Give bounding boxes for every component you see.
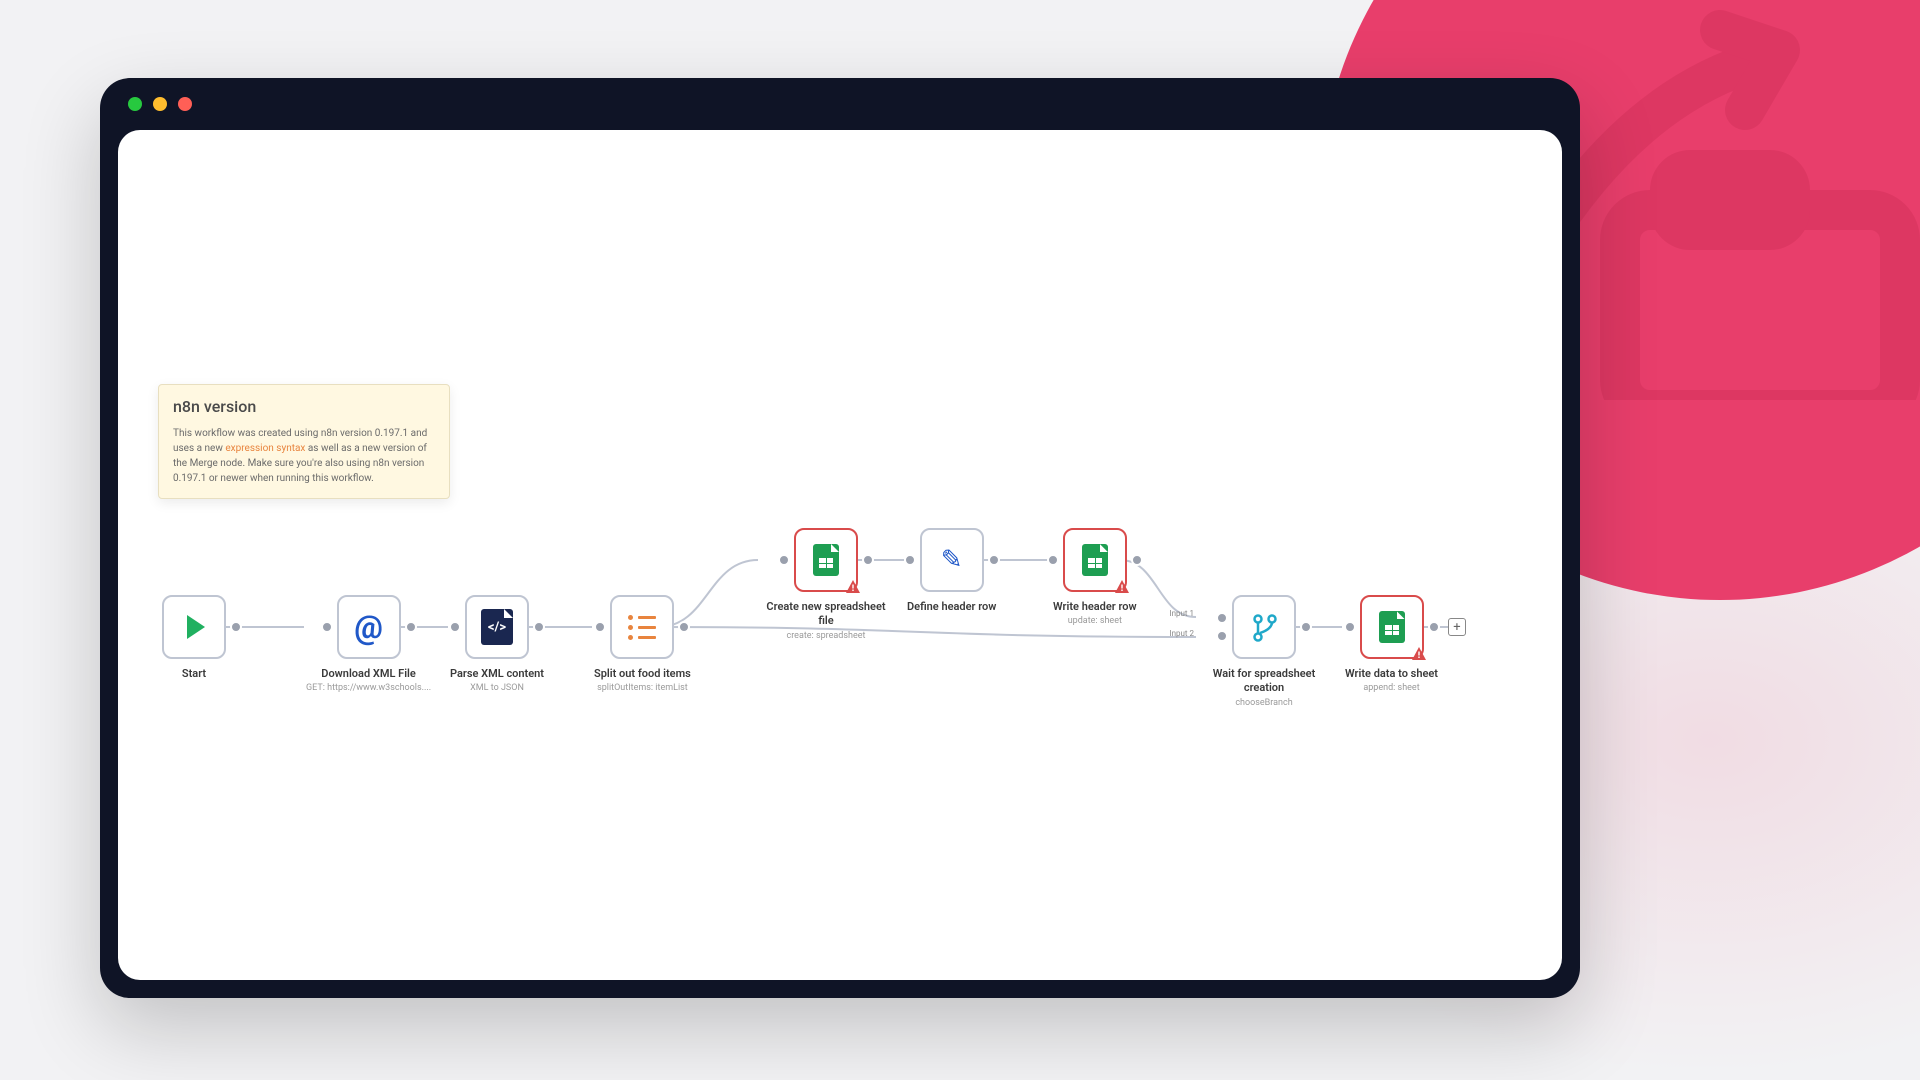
node-create-spreadsheet[interactable]: Create new spreadsheet file create: spre… <box>761 528 891 641</box>
spreadsheet-icon <box>1082 544 1108 576</box>
input-port[interactable] <box>321 621 333 633</box>
node-subtitle: GET: https://www.w3schools.... <box>306 683 431 693</box>
output-port[interactable] <box>1300 621 1312 633</box>
node-write-data[interactable]: Write data to sheet append: sheet <box>1345 595 1438 693</box>
input-port[interactable] <box>778 554 790 566</box>
input-port-1[interactable] <box>1216 612 1228 624</box>
node-subtitle: chooseBranch <box>1235 698 1292 708</box>
node-subtitle: create: spreadsheet <box>787 631 866 641</box>
node-split-items[interactable]: Split out food items splitOutItems: item… <box>594 595 691 693</box>
output-port[interactable] <box>405 621 417 633</box>
node-subtitle: update: sheet <box>1068 616 1122 626</box>
edit-icon: ✎ <box>941 545 963 575</box>
node-label: Split out food items <box>594 667 691 681</box>
node-label: Create new spreadsheet file <box>761 600 891 629</box>
spreadsheet-icon <box>813 544 839 576</box>
window-dot-red <box>178 97 192 111</box>
input-port-2[interactable] <box>1216 630 1228 642</box>
node-write-header[interactable]: Write header row update: sheet <box>1053 528 1137 626</box>
window-dot-green <box>128 97 142 111</box>
window-dot-yellow <box>153 97 167 111</box>
output-port[interactable] <box>862 554 874 566</box>
node-label: Parse XML content <box>450 667 544 681</box>
node-label: Define header row <box>907 600 996 614</box>
play-icon <box>187 615 205 639</box>
input-1-label: Input 1 <box>1159 609 1194 618</box>
node-subtitle: splitOutItems: itemList <box>597 683 688 693</box>
output-port[interactable] <box>988 554 1000 566</box>
node-label: Start <box>182 667 206 681</box>
browser-window: n8n version This workflow was created us… <box>100 78 1580 998</box>
input-port[interactable] <box>594 621 606 633</box>
browser-header <box>100 78 1580 130</box>
output-port[interactable] <box>1428 621 1440 633</box>
input-port[interactable] <box>1047 554 1059 566</box>
output-port[interactable] <box>1131 554 1143 566</box>
node-label: Write header row <box>1053 600 1137 614</box>
http-icon: @ <box>354 608 383 646</box>
node-download-xml[interactable]: @ Download XML File GET: https://www.w3s… <box>306 595 431 693</box>
list-icon <box>628 615 656 640</box>
add-node-button[interactable]: + <box>1448 618 1466 636</box>
input-port[interactable] <box>904 554 916 566</box>
code-icon: </> <box>481 609 513 645</box>
node-parse-xml[interactable]: </> Parse XML content XML to JSON <box>450 595 544 693</box>
spreadsheet-icon <box>1379 611 1405 643</box>
node-define-header[interactable]: ✎ Define header row <box>907 528 996 614</box>
node-subtitle: append: sheet <box>1363 683 1419 693</box>
output-port[interactable] <box>230 621 242 633</box>
warning-icon <box>1114 579 1130 595</box>
warning-icon <box>1411 646 1427 662</box>
note-link[interactable]: expression syntax <box>225 443 305 454</box>
output-port[interactable] <box>533 621 545 633</box>
node-label: Download XML File <box>321 667 416 681</box>
input-2-label: Input 2 <box>1159 629 1194 638</box>
input-port[interactable] <box>1344 621 1356 633</box>
node-label: Wait for spreadsheet creation <box>1199 667 1329 696</box>
sticky-note[interactable]: n8n version This workflow was created us… <box>158 384 450 499</box>
output-port[interactable] <box>678 621 690 633</box>
node-label: Write data to sheet <box>1345 667 1438 681</box>
note-title: n8n version <box>173 397 435 416</box>
node-subtitle: XML to JSON <box>470 683 524 693</box>
note-body: This workflow was created using n8n vers… <box>173 426 435 486</box>
branch-icon <box>1252 613 1276 641</box>
workflow-canvas[interactable]: n8n version This workflow was created us… <box>118 130 1562 980</box>
input-port[interactable] <box>449 621 461 633</box>
node-start[interactable]: Start <box>162 595 226 681</box>
warning-icon <box>845 579 861 595</box>
node-wait-merge[interactable]: Input 1 Input 2 <box>1199 595 1329 708</box>
